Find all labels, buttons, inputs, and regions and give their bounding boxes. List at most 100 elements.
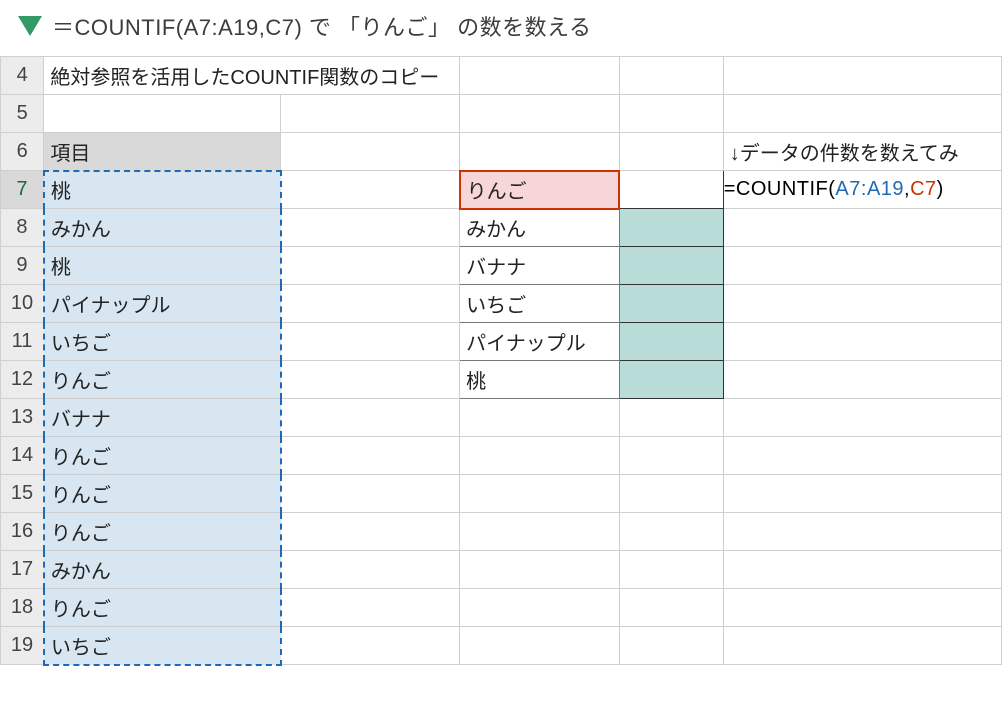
cell-d16[interactable]	[619, 513, 723, 551]
cell-d14[interactable]	[619, 437, 723, 475]
cell-b7[interactable]	[281, 171, 460, 209]
row-header[interactable]: 5	[1, 95, 44, 133]
cell-a10[interactable]: パイナップル	[44, 285, 281, 323]
cell-b10[interactable]	[281, 285, 460, 323]
cell-c9[interactable]: バナナ	[460, 247, 620, 285]
cell-a19[interactable]: いちご	[44, 627, 281, 665]
cell-d17[interactable]	[619, 551, 723, 589]
cell-a18[interactable]: りんご	[44, 589, 281, 627]
cell-d9[interactable]	[619, 247, 723, 285]
cell-a11[interactable]: いちご	[44, 323, 281, 361]
cell-b14[interactable]	[281, 437, 460, 475]
row-header[interactable]: 16	[1, 513, 44, 551]
cell-d6[interactable]	[619, 133, 723, 171]
cell-a5[interactable]	[44, 95, 281, 133]
cell-b6[interactable]	[281, 133, 460, 171]
cell-d12[interactable]	[619, 361, 723, 399]
cell-e6[interactable]: ↓データの件数を数えてみ	[723, 133, 1001, 171]
cell-b15[interactable]	[281, 475, 460, 513]
cell-c4[interactable]	[460, 57, 620, 95]
cell-a12[interactable]: りんご	[44, 361, 281, 399]
spreadsheet-row: 16 りんご	[1, 513, 1002, 551]
cell-d5[interactable]	[619, 95, 723, 133]
cell-a4[interactable]: 絶対参照を活用したCOUNTIF関数のコピー	[44, 57, 460, 95]
cell-c17[interactable]	[460, 551, 620, 589]
cell-a14[interactable]: りんご	[44, 437, 281, 475]
cell-d19[interactable]	[619, 627, 723, 665]
cell-d7-result[interactable]	[619, 171, 723, 209]
explanation-heading: ＝COUNTIF(A7:A19,C7) で 「りんご」 の数を数える	[0, 0, 1002, 56]
row-header[interactable]: 19	[1, 627, 44, 665]
cell-a9[interactable]: 桃	[44, 247, 281, 285]
cell-e12[interactable]	[723, 361, 1001, 399]
row-header[interactable]: 11	[1, 323, 44, 361]
cell-c14[interactable]	[460, 437, 620, 475]
cell-c15[interactable]	[460, 475, 620, 513]
row-header[interactable]: 14	[1, 437, 44, 475]
cell-b12[interactable]	[281, 361, 460, 399]
cell-b16[interactable]	[281, 513, 460, 551]
cell-c10[interactable]: いちご	[460, 285, 620, 323]
cell-c12[interactable]: 桃	[460, 361, 620, 399]
cell-b19[interactable]	[281, 627, 460, 665]
cell-e14[interactable]	[723, 437, 1001, 475]
cell-e11[interactable]	[723, 323, 1001, 361]
cell-c8[interactable]: みかん	[460, 209, 620, 247]
cell-c11[interactable]: パイナップル	[460, 323, 620, 361]
spreadsheet-grid[interactable]: 4 絶対参照を活用したCOUNTIF関数のコピー 5 6 項目 ↓データの件数を…	[0, 56, 1002, 666]
cell-d13[interactable]	[619, 399, 723, 437]
cell-d15[interactable]	[619, 475, 723, 513]
row-header[interactable]: 4	[1, 57, 44, 95]
cell-b17[interactable]	[281, 551, 460, 589]
cell-b8[interactable]	[281, 209, 460, 247]
cell-a17[interactable]: みかん	[44, 551, 281, 589]
cell-e9[interactable]	[723, 247, 1001, 285]
cell-c13[interactable]	[460, 399, 620, 437]
cell-c18[interactable]	[460, 589, 620, 627]
cell-a7[interactable]: 桃	[44, 171, 281, 209]
cell-e4[interactable]	[723, 57, 1001, 95]
cell-c19[interactable]	[460, 627, 620, 665]
cell-d8[interactable]	[619, 209, 723, 247]
row-header[interactable]: 18	[1, 589, 44, 627]
cell-e7-formula[interactable]: =COUNTIF(A7:A19,C7)	[723, 171, 1001, 209]
cell-e8[interactable]	[723, 209, 1001, 247]
row-header[interactable]: 13	[1, 399, 44, 437]
cell-e18[interactable]	[723, 589, 1001, 627]
cell-d4[interactable]	[619, 57, 723, 95]
formula-suffix: )	[937, 178, 944, 200]
cell-e17[interactable]	[723, 551, 1001, 589]
cell-e19[interactable]	[723, 627, 1001, 665]
cell-b13[interactable]	[281, 399, 460, 437]
cell-d18[interactable]	[619, 589, 723, 627]
row-header[interactable]: 8	[1, 209, 44, 247]
cell-e10[interactable]	[723, 285, 1001, 323]
cell-b18[interactable]	[281, 589, 460, 627]
cell-e5[interactable]	[723, 95, 1001, 133]
cell-a8[interactable]: みかん	[44, 209, 281, 247]
cell-a16[interactable]: りんご	[44, 513, 281, 551]
cell-a6-header[interactable]: 項目	[44, 133, 281, 171]
cell-b5[interactable]	[281, 95, 460, 133]
cell-b11[interactable]	[281, 323, 460, 361]
cell-e15[interactable]	[723, 475, 1001, 513]
row-header[interactable]: 15	[1, 475, 44, 513]
cell-c16[interactable]	[460, 513, 620, 551]
row-header[interactable]: 6	[1, 133, 44, 171]
cell-d11[interactable]	[619, 323, 723, 361]
cell-d10[interactable]	[619, 285, 723, 323]
cell-c5[interactable]	[460, 95, 620, 133]
cell-c6[interactable]	[460, 133, 620, 171]
row-header[interactable]: 9	[1, 247, 44, 285]
cell-b9[interactable]	[281, 247, 460, 285]
row-header[interactable]: 12	[1, 361, 44, 399]
cell-e13[interactable]	[723, 399, 1001, 437]
row-header[interactable]: 10	[1, 285, 44, 323]
cell-a15[interactable]: りんご	[44, 475, 281, 513]
row-header-active[interactable]: 7	[1, 171, 44, 209]
row-header[interactable]: 17	[1, 551, 44, 589]
cell-e16[interactable]	[723, 513, 1001, 551]
cell-a13[interactable]: バナナ	[44, 399, 281, 437]
cell-c7-criteria[interactable]: りんご	[460, 171, 620, 209]
spreadsheet-row: 6 項目 ↓データの件数を数えてみ	[1, 133, 1002, 171]
